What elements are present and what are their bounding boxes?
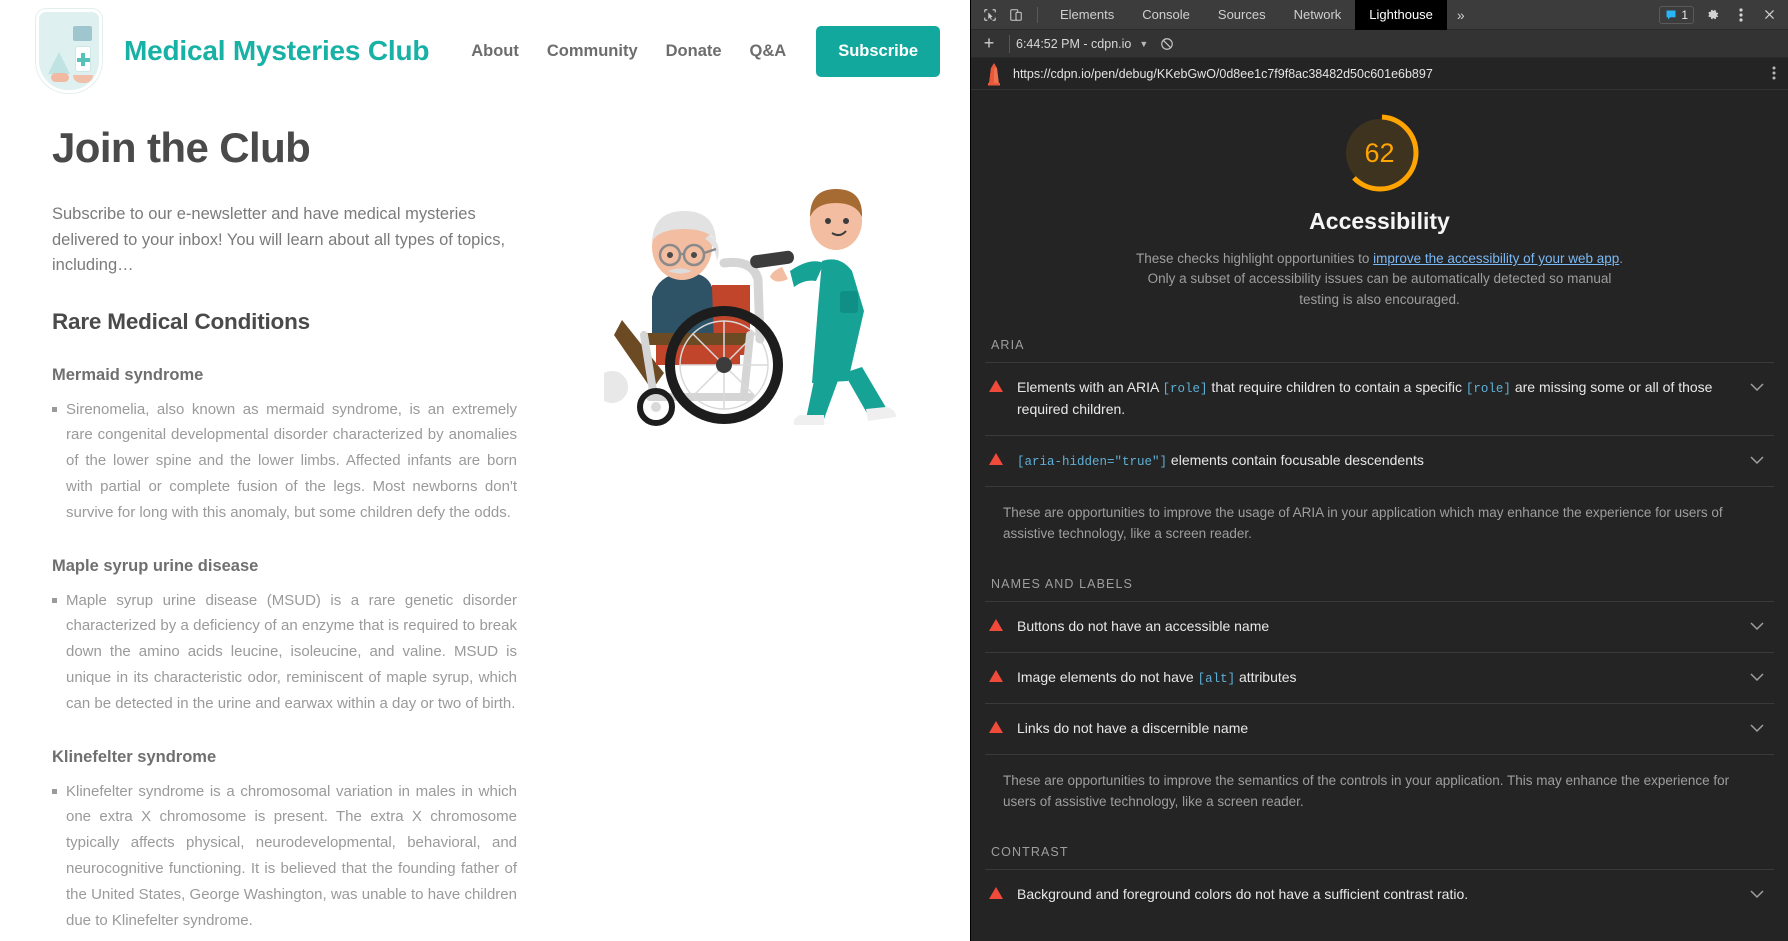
list-item: Sirenomelia, also known as mermaid syndr… [52, 397, 517, 526]
warning-triangle-icon [989, 619, 1003, 632]
section-heading-aria: ARIA [991, 337, 1025, 352]
list-item: Maple syrup urine disease (MSUD) is a ra… [52, 588, 517, 717]
audit-list-contrast: Background and foreground colors do not … [971, 868, 1788, 920]
issues-badge[interactable]: 1 [1659, 5, 1694, 24]
chevron-down-icon[interactable] [1750, 720, 1764, 738]
web-page: Medical Mysteries Club About Community D… [0, 0, 970, 941]
tab-network[interactable]: Network [1280, 0, 1356, 30]
more-tabs-icon[interactable]: » [1447, 7, 1475, 23]
brand-title[interactable]: Medical Mysteries Club [124, 35, 429, 67]
plus-icon[interactable]: + [975, 31, 1003, 57]
page-title: Join the Club [52, 124, 311, 171]
lighthouse-runs-bar: + 6:44:52 PM - cdpn.io ▼ [971, 30, 1788, 58]
screen: Medical Mysteries Club About Community D… [0, 0, 1788, 941]
warning-triangle-icon [989, 669, 1003, 682]
nav-item-community[interactable]: Community [547, 42, 638, 61]
run-selector-label[interactable]: 6:44:52 PM - cdpn.io [1016, 37, 1131, 51]
audit-title: Image elements do not have [alt] attribu… [1017, 668, 1297, 686]
devtools-toolbar-right: 1 [1659, 3, 1782, 27]
devtools-tabs: Elements Console Sources Network Lightho… [1046, 0, 1475, 30]
nav-item-qa[interactable]: Q&A [750, 42, 787, 61]
devtools-toolbar: Elements Console Sources Network Lightho… [971, 0, 1788, 30]
more-options-icon[interactable] [1728, 3, 1754, 27]
header-subscribe-button[interactable]: Subscribe [816, 25, 940, 77]
issues-count: 1 [1681, 7, 1688, 22]
toggle-device-toolbar-icon[interactable] [1003, 3, 1029, 27]
nav-item-donate[interactable]: Donate [666, 42, 722, 61]
audit-aria-required-children[interactable]: Elements with an ARIA [role] that requir… [985, 361, 1774, 435]
clear-all-icon[interactable] [1160, 37, 1174, 51]
audit-title: Buttons do not have an accessible name [1017, 618, 1270, 635]
warning-triangle-icon [989, 721, 1003, 734]
chevron-down-icon[interactable] [1750, 669, 1764, 687]
lighthouse-report: 62 Accessibility These checks highlight … [971, 90, 1788, 941]
category-description: These checks highlight opportunities to … [1130, 249, 1630, 310]
warning-triangle-icon [989, 379, 1003, 392]
description-pre: These checks highlight opportunities to [1135, 251, 1374, 266]
audit-title: Elements with an ARIA [role] that requir… [1017, 378, 1713, 418]
warning-triangle-icon [989, 452, 1003, 465]
audit-title: Links do not have a discernible name [1017, 720, 1249, 737]
section-note-aria: These are opportunities to improve the u… [985, 486, 1774, 549]
devtools-panel: Elements Console Sources Network Lightho… [970, 0, 1788, 941]
section-heading-contrast: CONTRAST [991, 844, 1069, 859]
audit-aria-hidden-focus[interactable]: [aria-hidden="true"] elements contain fo… [985, 434, 1774, 486]
more-options-icon[interactable] [1772, 65, 1776, 83]
report-url-bar: https://cdpn.io/pen/debug/KKebGwO/0d8ee1… [971, 58, 1788, 90]
tab-sources[interactable]: Sources [1204, 0, 1280, 30]
condition-title-msud: Maple syrup urine disease [52, 556, 259, 575]
audit-link-name[interactable]: Links do not have a discernible name [985, 703, 1774, 754]
warning-triangle-icon [989, 886, 1003, 899]
report-url[interactable]: https://cdpn.io/pen/debug/KKebGwO/0d8ee1… [1013, 67, 1433, 81]
site-header: Medical Mysteries Club About Community D… [0, 0, 970, 96]
audit-button-name[interactable]: Buttons do not have an accessible name [985, 601, 1774, 652]
condition-list-mermaid: Sirenomelia, also known as mermaid syndr… [52, 397, 517, 526]
intro-paragraph: Subscribe to our e-newsletter and have m… [52, 205, 506, 275]
chevron-down-icon[interactable] [1750, 886, 1764, 904]
section-heading-names-and-labels: NAMES AND LABELS [991, 577, 1133, 592]
audit-title: Background and foreground colors do not … [1017, 885, 1469, 902]
list-item: Klinefelter syndrome is a chromosomal va… [52, 779, 517, 934]
tab-elements[interactable]: Elements [1046, 0, 1128, 30]
section-title: Rare Medical Conditions [52, 308, 310, 334]
condition-list-msud: Maple syrup urine disease (MSUD) is a ra… [52, 588, 517, 717]
tab-lighthouse[interactable]: Lighthouse [1355, 0, 1447, 30]
chevron-down-icon[interactable] [1750, 379, 1764, 397]
audit-list-aria: Elements with an ARIA [role] that requir… [971, 361, 1788, 486]
condition-title-mermaid: Mermaid syndrome [52, 365, 204, 384]
audit-image-alt[interactable]: Image elements do not have [alt] attribu… [985, 651, 1774, 703]
audit-color-contrast[interactable]: Background and foreground colors do not … [985, 868, 1774, 920]
score-value: 62 [1364, 137, 1395, 168]
audit-title: [aria-hidden="true"] elements contain fo… [1017, 451, 1424, 469]
chevron-down-icon[interactable] [1750, 452, 1764, 470]
main-nav: About Community Donate Q&A Subscribe [471, 25, 940, 77]
condition-title-klinefelter: Klinefelter syndrome [52, 747, 217, 766]
nav-item-about[interactable]: About [471, 42, 519, 61]
audit-list-names-and-labels: Buttons do not have an accessible name I… [971, 601, 1788, 754]
chevron-down-icon[interactable] [1750, 618, 1764, 636]
accessibility-score-gauge: 62 [1339, 112, 1421, 194]
tab-console[interactable]: Console [1128, 0, 1204, 30]
close-icon[interactable] [1756, 3, 1782, 27]
score-gauge-section: 62 Accessibility These checks highlight … [971, 90, 1788, 310]
chevron-down-icon[interactable]: ▼ [1139, 39, 1148, 49]
section-note-names-and-labels: These are opportunities to improve the s… [985, 753, 1774, 817]
medical-shield-logo-icon[interactable] [36, 9, 102, 93]
accessibility-docs-link[interactable]: improve the accessibility of your web ap… [1373, 251, 1619, 266]
gear-icon[interactable] [1700, 3, 1726, 27]
inspect-element-icon[interactable] [977, 3, 1003, 27]
page-content: Join the Club Subscribe to our e-newslet… [0, 124, 970, 941]
category-title: Accessibility [1309, 208, 1450, 234]
lighthouse-icon [985, 62, 1003, 86]
condition-list-klinefelter: Klinefelter syndrome is a chromosomal va… [52, 779, 517, 934]
